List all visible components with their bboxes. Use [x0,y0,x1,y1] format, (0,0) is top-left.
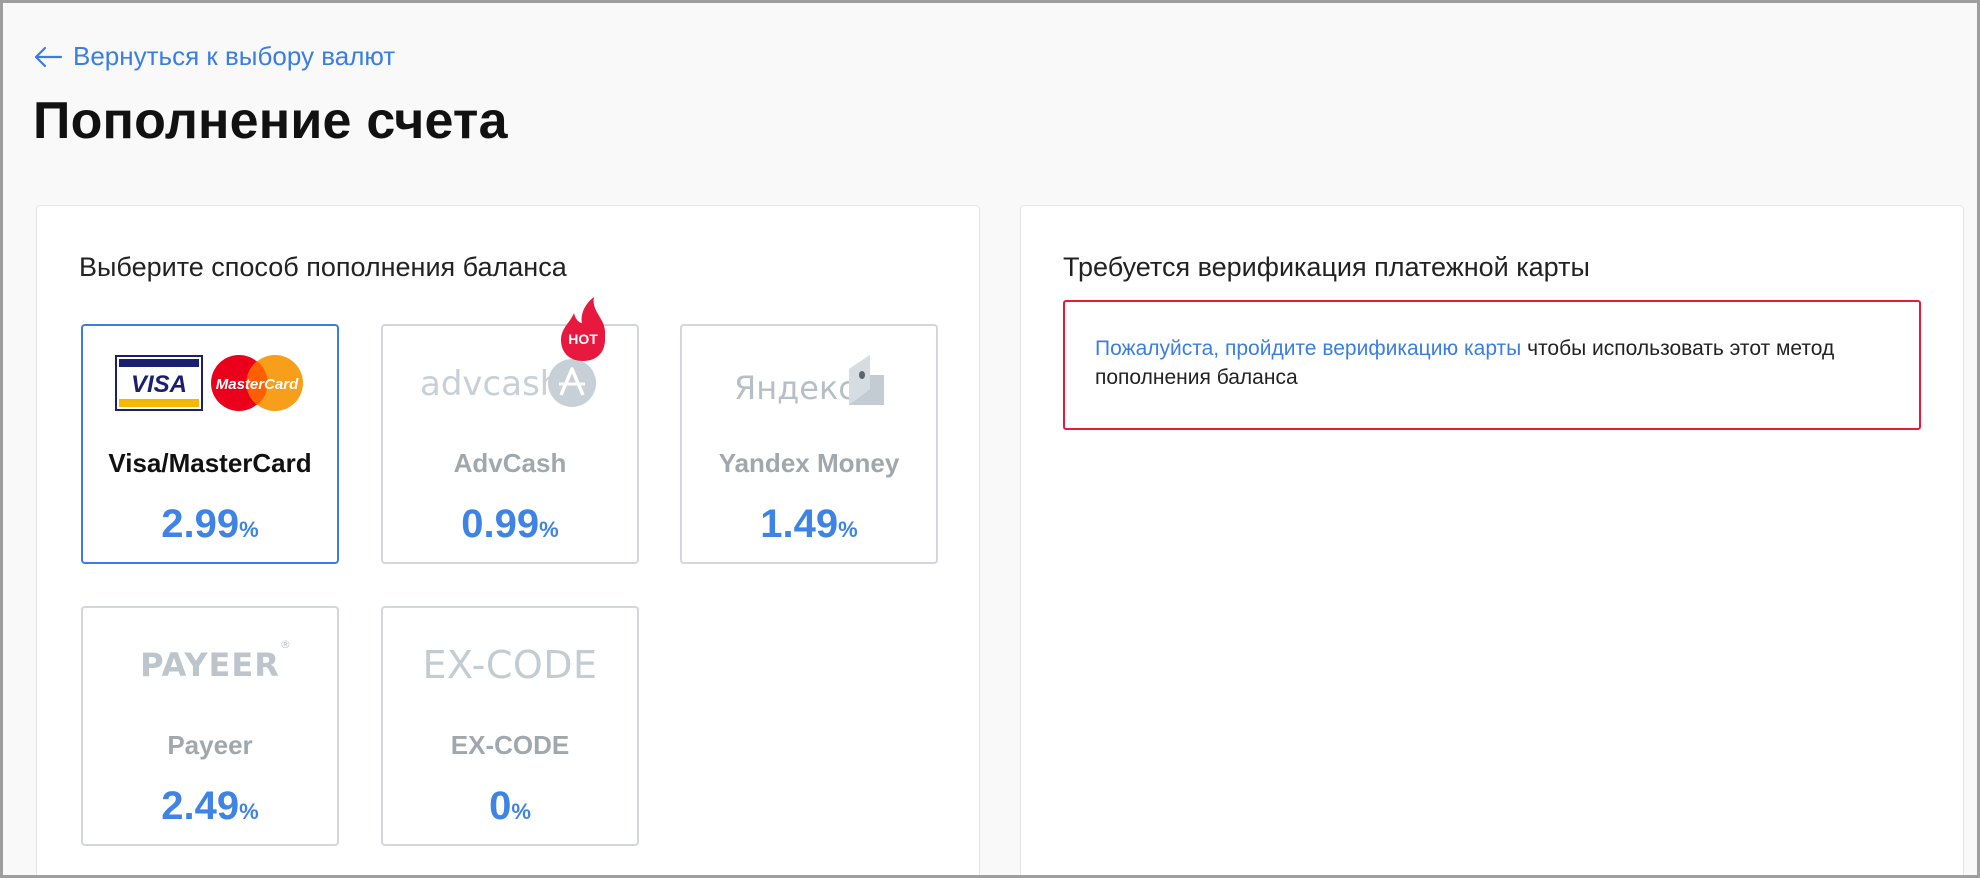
method-fee: 0% [489,784,531,828]
payment-methods-heading: Выберите способ пополнения баланса [79,252,567,282]
svg-text:advcash: advcash [420,364,561,404]
arrow-left-icon [34,46,63,67]
method-fee: 2.99% [161,502,259,546]
method-card-yandex-money[interactable]: Яндекс Yandex Money 1.49% [680,324,938,564]
visa-logo-icon: VISA [115,355,203,411]
page-frame: Вернуться к выбору валют Пополнение счет… [0,0,1980,878]
payeer-logo-icon: PAYEER ® [140,638,292,684]
method-card-payeer[interactable]: PAYEER ® Payeer 2.49% [81,606,339,846]
yandex-money-logo-icon: Яндекс [682,348,936,418]
verification-alert: Пожалуйста, пройдите верификацию карты ч… [1063,300,1921,430]
method-card-ex-code[interactable]: EX-CODE EX-CODE 0% [381,606,639,846]
svg-text:VISA: VISA [131,371,187,398]
method-fee: 0.99% [461,502,559,546]
method-name: Payeer [167,730,253,760]
svg-text:Яндекс: Яндекс [734,369,856,407]
verify-card-link[interactable]: Пожалуйста, пройдите верификацию карты [1095,337,1521,360]
hot-badge: HOT [558,295,608,363]
mastercard-logo-icon: MasterCard [211,355,303,411]
page-title: Пополнение счета [33,92,508,150]
back-link-label: Вернуться к выбору валют [73,41,396,71]
method-card-visa-mastercard[interactable]: VISA MasterCard Visa/MasterCard 2.99% [81,324,339,564]
flame-icon [561,297,606,361]
method-fee: 1.49% [760,502,858,546]
method-fee: 2.49% [161,784,259,828]
verification-heading: Требуется верификация платежной карты [1063,252,1590,282]
method-name: Visa/MasterCard [108,448,312,478]
method-name: EX-CODE [450,730,570,760]
method-name: Yandex Money [718,448,900,478]
back-to-currencies-link[interactable]: Вернуться к выбору валют [33,41,395,72]
hot-badge-label: HOT [568,331,598,347]
svg-text:MasterCard: MasterCard [216,376,299,393]
method-name: AdvCash [453,448,567,478]
payment-methods-panel: Выберите способ пополнения баланса VISA [36,205,980,875]
verification-panel: Требуется верификация платежной карты По… [1020,205,1964,875]
ex-code-logo-icon: EX-CODE [422,643,598,687]
visa-mastercard-logo: VISA MasterCard [83,348,337,418]
